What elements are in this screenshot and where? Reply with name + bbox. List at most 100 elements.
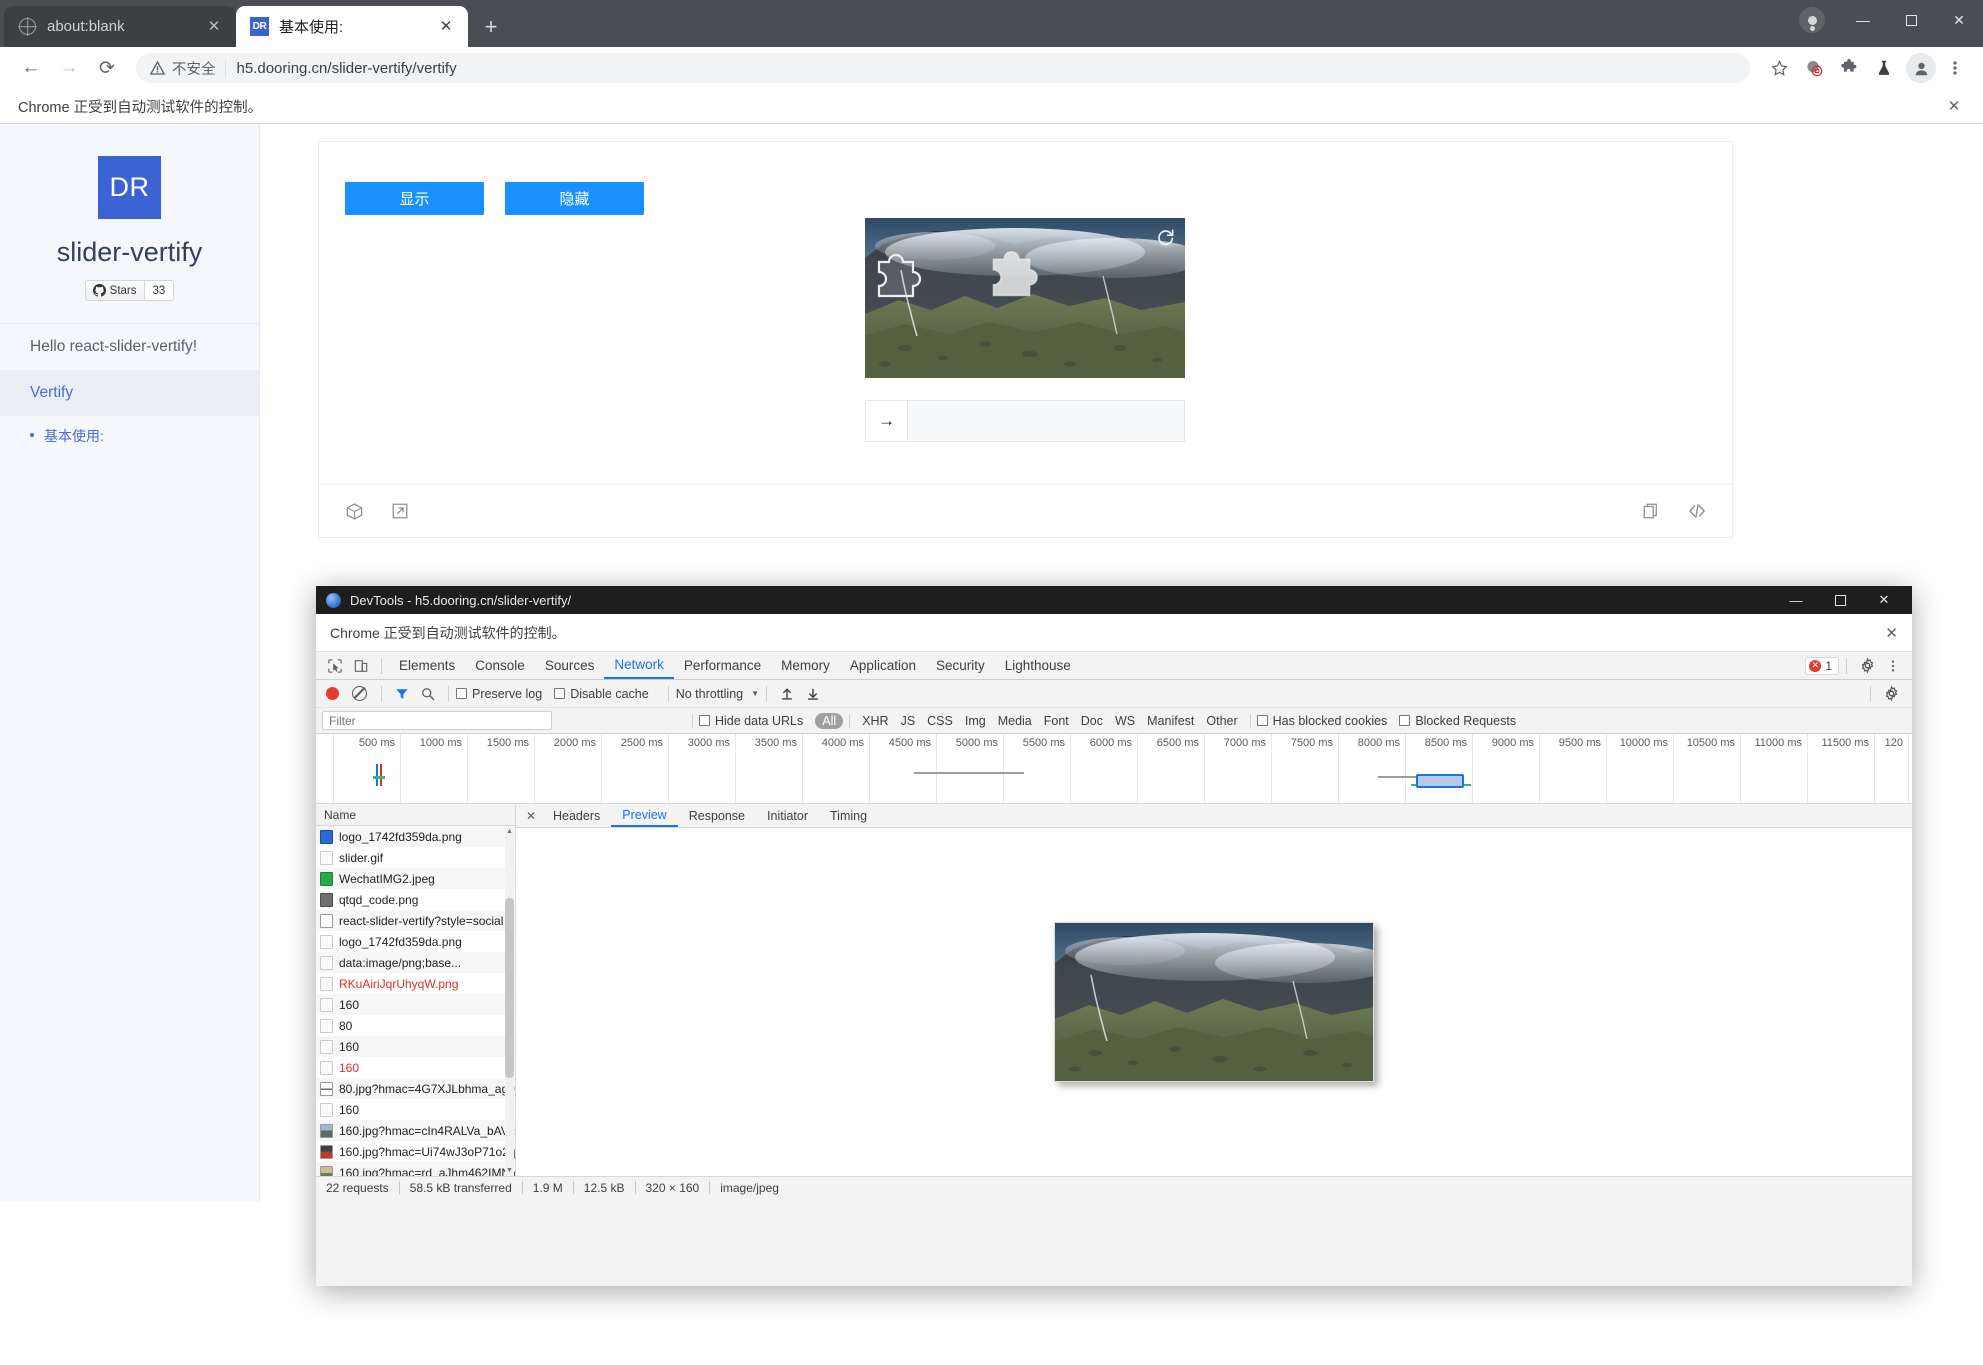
tab-security[interactable]: Security: [926, 652, 995, 679]
request-row[interactable]: 80.jpg?hmac=4G7XJLbhma_ag093uvZ: [316, 1078, 515, 1099]
filter-type-img[interactable]: Img: [959, 714, 992, 728]
copy-icon[interactable]: [1640, 500, 1662, 522]
tab-network[interactable]: Network: [604, 652, 674, 679]
detail-close-icon[interactable]: ✕: [520, 805, 542, 827]
github-stars-button[interactable]: Stars: [84, 280, 145, 301]
hide-button[interactable]: 隐藏: [505, 182, 644, 215]
filter-input[interactable]: [322, 711, 552, 730]
request-row[interactable]: 160: [316, 1099, 515, 1120]
chrome-menu-icon[interactable]: [1939, 52, 1971, 84]
funnel-icon[interactable]: [391, 683, 413, 705]
timeline-selection-handle[interactable]: [1416, 774, 1464, 788]
import-har-icon[interactable]: [776, 683, 798, 705]
back-button[interactable]: ←: [12, 49, 50, 87]
request-row[interactable]: 160.jpg?hmac=cIn4RALVa_bAVcN0IAd: [316, 1120, 515, 1141]
external-link-icon[interactable]: [389, 500, 411, 522]
code-icon[interactable]: [1686, 500, 1708, 522]
address-bar[interactable]: 不安全 h5.dooring.cn/slider-vertify/vertify: [136, 53, 1750, 83]
cookie-blocked-icon[interactable]: [1798, 52, 1830, 84]
scroll-down-arrow-icon[interactable]: ▼: [505, 1165, 514, 1176]
devtools-close-button[interactable]: ✕: [1862, 586, 1906, 614]
inspect-cursor-icon[interactable]: [324, 655, 346, 677]
tab-close-icon[interactable]: ✕: [436, 17, 456, 37]
detail-tab-headers[interactable]: Headers: [542, 804, 611, 827]
request-row[interactable]: 80: [316, 1015, 515, 1036]
maximize-button[interactable]: [1887, 0, 1935, 40]
slider-track[interactable]: →: [865, 400, 1185, 442]
request-row[interactable]: qtqd_code.png: [316, 889, 515, 910]
browser-tab-2[interactable]: DR 基本使用: ✕: [236, 6, 468, 47]
infobar-close-icon[interactable]: ✕: [1943, 95, 1965, 117]
clear-icon[interactable]: [352, 686, 367, 701]
preserve-log-checkbox[interactable]: Preserve log: [456, 687, 542, 701]
slider-handle[interactable]: →: [866, 401, 908, 441]
tab-lighthouse[interactable]: Lighthouse: [995, 652, 1081, 679]
lab-flask-icon[interactable]: [1868, 52, 1900, 84]
minimize-button[interactable]: —: [1839, 0, 1887, 40]
has-blocked-cookies-checkbox[interactable]: Has blocked cookies: [1256, 714, 1387, 728]
filter-type-font[interactable]: Font: [1038, 714, 1075, 728]
filter-type-media[interactable]: Media: [992, 714, 1038, 728]
request-row[interactable]: react-slider-vertify?style=social: [316, 910, 515, 931]
request-list-scrollbar[interactable]: ▲ ▼: [505, 826, 514, 1176]
star-icon[interactable]: [1763, 52, 1795, 84]
tab-elements[interactable]: Elements: [389, 652, 465, 679]
scroll-up-arrow-icon[interactable]: ▲: [505, 826, 514, 837]
hide-data-urls-checkbox[interactable]: Hide data URLs: [699, 714, 803, 728]
filter-type-xhr[interactable]: XHR: [856, 714, 894, 728]
slider-captcha[interactable]: →: [865, 218, 1185, 442]
tab-console[interactable]: Console: [465, 652, 535, 679]
filter-type-js[interactable]: JS: [895, 714, 922, 728]
record-dot-icon[interactable]: [326, 687, 339, 700]
devtools-infobar-close-icon[interactable]: ✕: [1885, 624, 1898, 642]
tab-memory[interactable]: Memory: [771, 652, 840, 679]
kebab-menu-icon[interactable]: [1882, 655, 1904, 677]
error-count-badge[interactable]: ✕ 1: [1805, 656, 1839, 675]
search-icon[interactable]: [417, 683, 439, 705]
sidebar-subitem-basic-usage[interactable]: 基本使用:: [0, 416, 259, 456]
request-row[interactable]: WechatIMG2.jpeg: [316, 868, 515, 889]
sidebar-item-vertify[interactable]: Vertify: [0, 370, 259, 416]
github-stars-badge[interactable]: Stars 33: [0, 280, 259, 301]
request-row[interactable]: logo_1742fd359da.png: [316, 826, 515, 847]
filter-type-other[interactable]: Other: [1200, 714, 1243, 728]
show-button[interactable]: 显示: [345, 182, 484, 215]
network-settings-gear-icon[interactable]: [1880, 683, 1902, 705]
request-row[interactable]: 160.jpg?hmac=rd_aJhm462IMNY4seU: [316, 1162, 515, 1176]
close-button[interactable]: ✕: [1935, 0, 1983, 40]
request-list[interactable]: logo_1742fd359da.png slider.gif WechatIMG2…: [316, 826, 515, 1176]
profile-avatar-icon[interactable]: [1906, 53, 1936, 83]
blocked-requests-checkbox[interactable]: Blocked Requests: [1399, 714, 1516, 728]
reload-button[interactable]: ⟳: [88, 49, 126, 87]
gear-icon[interactable]: [1856, 655, 1878, 677]
scrollbar-thumb[interactable]: [505, 898, 514, 1078]
filter-type-doc[interactable]: Doc: [1075, 714, 1109, 728]
filter-type-manifest[interactable]: Manifest: [1141, 714, 1200, 728]
refresh-icon[interactable]: [1156, 226, 1176, 246]
codesandbox-icon[interactable]: [343, 500, 365, 522]
disable-cache-checkbox[interactable]: Disable cache: [554, 687, 649, 701]
tab-performance[interactable]: Performance: [674, 652, 771, 679]
throttling-select[interactable]: No throttling ▼: [676, 687, 759, 701]
detail-tab-response[interactable]: Response: [678, 804, 756, 827]
devtools-maximize-button[interactable]: [1818, 586, 1862, 614]
request-row[interactable]: 160.jpg?hmac=Ui74wJ3oP71o2q5K-E0: [316, 1141, 515, 1162]
tab-application[interactable]: Application: [840, 652, 926, 679]
tab-sources[interactable]: Sources: [535, 652, 605, 679]
devtools-minimize-button[interactable]: —: [1774, 586, 1818, 614]
new-tab-button[interactable]: +: [474, 10, 508, 44]
extensions-puzzle-icon[interactable]: [1833, 52, 1865, 84]
detail-tab-timing[interactable]: Timing: [819, 804, 878, 827]
request-row[interactable]: 160: [316, 1036, 515, 1057]
profile-chip-icon[interactable]: [1799, 7, 1825, 33]
request-row[interactable]: 160: [316, 1057, 515, 1078]
request-list-pane[interactable]: Name logo_1742fd359da.png slider.gif Wecha…: [316, 804, 516, 1176]
puzzle-piece-icon[interactable]: [987, 240, 1051, 304]
filter-type-css[interactable]: CSS: [921, 714, 959, 728]
request-row[interactable]: logo_1742fd359da.png: [316, 931, 515, 952]
detail-tab-preview[interactable]: Preview: [611, 804, 678, 827]
request-row[interactable]: RKuAiriJqrUhyqW.png: [316, 973, 515, 994]
tab-close-icon[interactable]: ✕: [204, 17, 224, 37]
request-row[interactable]: 160: [316, 994, 515, 1015]
detail-tab-initiator[interactable]: Initiator: [756, 804, 819, 827]
